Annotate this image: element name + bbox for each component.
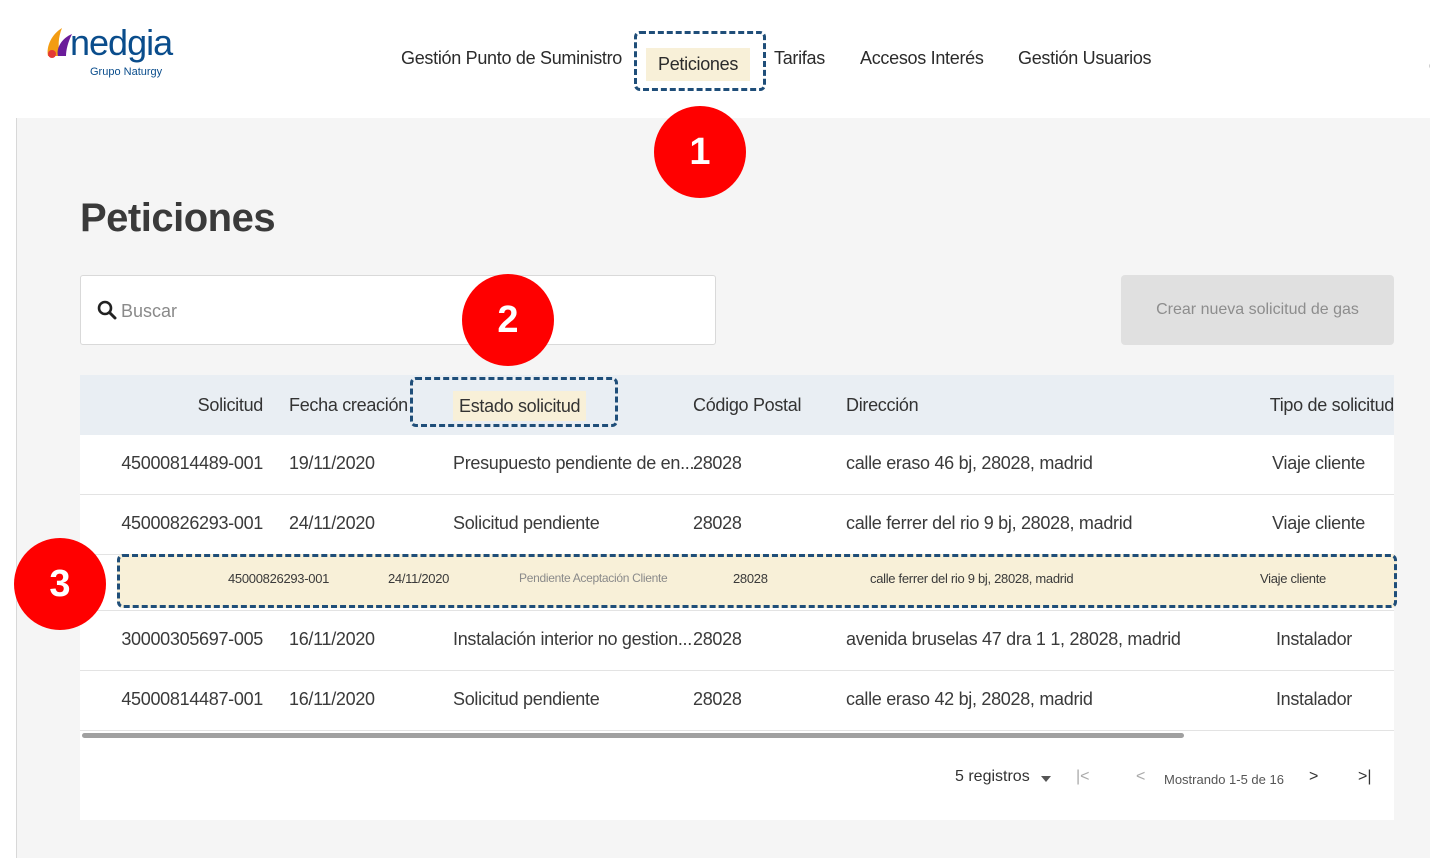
cell-tipo: Instalador <box>1275 629 1352 649</box>
col-tipo-solicitud[interactable]: Tipo de solicitud <box>1270 395 1395 416</box>
cell-estado: Instalación interior no gestion... <box>453 629 692 649</box>
cell-solicitud: 45000826293-001 <box>228 571 330 586</box>
step-badge-1: 1 <box>654 106 746 198</box>
cell-direccion: calle ferrer del rio 9 bj, 28028, madrid <box>870 571 1074 586</box>
cell-direccion: calle eraso 42 bj, 28028, madrid <box>846 689 1093 709</box>
page-title: Peticiones <box>80 196 276 240</box>
cell-fecha: 19/11/2020 <box>289 453 375 473</box>
cell-fecha: 16/11/2020 <box>289 689 375 709</box>
cell-direccion: avenida bruselas 47 dra 1 1, 28028, madr… <box>846 629 1181 649</box>
table-row[interactable]: 45000814487-001 16/11/2020 Solicitud pen… <box>80 671 1394 731</box>
cell-solicitud: 30000305697-005 <box>121 629 263 649</box>
page-size-select[interactable]: 5 registros <box>955 768 1030 786</box>
col-solicitud[interactable]: Solicitud <box>198 395 264 416</box>
cell-fecha: 24/11/2020 <box>388 571 450 586</box>
cell-estado: Solicitud pendiente <box>453 689 600 709</box>
cell-estado: Presupuesto pendiente de en... <box>453 453 695 473</box>
cell-tipo: Viaje cliente <box>1272 513 1365 533</box>
col-codigo-postal[interactable]: Código Postal <box>693 395 801 416</box>
cell-solicitud: 45000826293-001 <box>121 513 263 533</box>
col-fecha-creacion[interactable]: Fecha creación <box>289 395 408 416</box>
pagination-status: Mostrando 1-5 de 16 <box>1164 772 1284 787</box>
create-gas-request-button[interactable]: Crear nueva solicitud de gas <box>1121 275 1394 345</box>
cell-solicitud: 45000814489-001 <box>121 453 263 473</box>
nedgia-logo[interactable]: nedgia Grupo Naturgy <box>44 20 184 100</box>
nav-tarifas[interactable]: Tarifas <box>774 48 825 69</box>
cell-fecha: 16/11/2020 <box>289 629 375 649</box>
last-page-button[interactable]: >| <box>1358 768 1372 786</box>
caret-down-icon[interactable] <box>1041 776 1051 782</box>
nav-gestion-punto-suministro[interactable]: Gestión Punto de Suministro <box>401 48 622 69</box>
table-row[interactable]: 45000826293-001 24/11/2020 Solicitud pen… <box>80 495 1394 555</box>
nav-gestion-usuarios[interactable]: Gestión Usuarios <box>1018 48 1152 69</box>
cell-estado: Solicitud pendiente <box>453 513 600 533</box>
table-row[interactable]: 30000305697-005 16/11/2020 Instalación i… <box>80 611 1394 671</box>
search-input[interactable] <box>121 294 521 328</box>
col-direccion[interactable]: Dirección <box>846 395 919 416</box>
step-badge-2: 2 <box>462 274 554 366</box>
first-page-button[interactable]: |< <box>1076 768 1090 786</box>
next-page-button[interactable]: > <box>1309 768 1318 786</box>
peticiones-highlight <box>634 31 766 91</box>
nav-accesos-interes[interactable]: Accesos Interés <box>860 48 984 69</box>
cell-estado: Pendiente Aceptación Cliente <box>519 571 668 585</box>
estado-column-highlight <box>410 377 618 427</box>
table-header: Solicitud Fecha creación Estado solicitu… <box>80 375 1394 435</box>
cell-codigo-postal: 28028 <box>693 629 742 649</box>
brand-name: nedgia <box>70 22 173 63</box>
cell-codigo-postal: 28028 <box>733 571 768 586</box>
cell-tipo: Instalador <box>1275 689 1352 709</box>
cell-codigo-postal: 28028 <box>693 513 742 533</box>
horizontal-scrollbar[interactable] <box>82 733 1184 738</box>
cell-codigo-postal: 28028 <box>693 689 742 709</box>
cell-direccion: calle eraso 46 bj, 28028, madrid <box>846 453 1093 473</box>
cell-tipo: Viaje cliente <box>1260 571 1326 586</box>
cell-tipo: Viaje cliente <box>1272 453 1365 473</box>
brand-tagline: Grupo Naturgy <box>90 66 163 78</box>
cell-fecha: 24/11/2020 <box>289 513 375 533</box>
highlighted-request-row[interactable]: 45000826293-001 24/11/2020 Pendiente Ace… <box>117 554 1397 608</box>
cell-direccion: calle ferrer del rio 9 bj, 28028, madrid <box>846 513 1133 533</box>
search-field[interactable] <box>80 275 716 345</box>
cell-solicitud: 45000814487-001 <box>121 689 263 709</box>
table-row[interactable]: 45000814489-001 19/11/2020 Presupuesto p… <box>80 435 1394 495</box>
step-badge-3: 3 <box>14 538 106 630</box>
search-icon <box>97 300 117 320</box>
prev-page-button[interactable]: < <box>1136 768 1145 786</box>
cell-codigo-postal: 28028 <box>693 453 742 473</box>
